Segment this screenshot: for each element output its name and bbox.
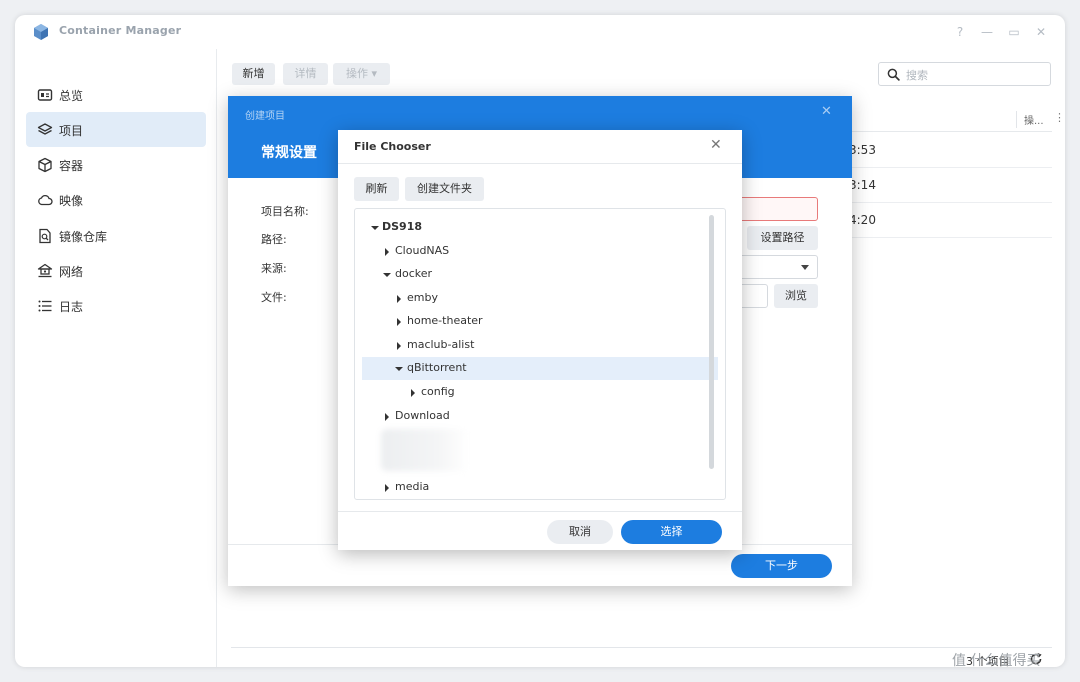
help-icon[interactable]: ? xyxy=(950,22,970,42)
sidebar-item-label: 容器 xyxy=(59,159,84,173)
sidebar-item-label: 映像 xyxy=(59,194,84,208)
app-title: Container Manager xyxy=(59,24,182,37)
caret-right-icon[interactable] xyxy=(385,413,389,421)
row-time: 3:14 xyxy=(849,178,876,192)
column-menu-icon[interactable]: ⋮ xyxy=(1054,111,1065,124)
overview-icon xyxy=(37,89,53,101)
sidebar-item-label: 网络 xyxy=(59,265,84,279)
tree-item-label: home-theater xyxy=(407,314,483,327)
sidebar-item-label: 日志 xyxy=(59,300,84,314)
next-button[interactable]: 下一步 xyxy=(731,554,832,578)
container-cube-icon xyxy=(38,157,52,173)
row-time: 4:20 xyxy=(849,213,876,227)
tree-item-label: docker xyxy=(395,267,433,280)
minimize-icon[interactable]: — xyxy=(977,22,997,42)
tree-item-label: Download xyxy=(395,409,450,422)
sidebar-item-registry[interactable]: 镜像仓库 xyxy=(26,218,206,253)
app-logo-icon xyxy=(34,24,48,40)
tree-item-download[interactable]: Download xyxy=(362,405,718,428)
folder-tree: DS918 CloudNAS docker emby home-theater … xyxy=(354,208,726,500)
footer-divider xyxy=(338,511,742,512)
network-icon xyxy=(37,263,53,278)
tree-item-label: qBittorrent xyxy=(407,361,467,374)
file-chooser-dialog: File Chooser ✕ 刷新 创建文件夹 DS918 CloudNAS d… xyxy=(338,130,742,550)
sidebar-item-label: 项目 xyxy=(59,124,84,138)
search-input[interactable]: 搜索 xyxy=(878,62,1051,86)
caret-right-icon[interactable] xyxy=(397,318,401,326)
sidebar-item-image[interactable]: 映像 xyxy=(26,182,206,217)
registry-search-icon xyxy=(39,228,51,244)
caret-right-icon[interactable] xyxy=(397,342,401,350)
header-divider xyxy=(338,163,742,164)
search-icon xyxy=(887,68,900,81)
sidebar-item-container[interactable]: 容器 xyxy=(26,147,206,182)
path-label: 路径: xyxy=(261,233,287,246)
file-label: 文件: xyxy=(261,291,287,304)
actions-dropdown[interactable]: 操作 ▾ xyxy=(333,63,390,85)
tree-item-label: media xyxy=(395,480,430,493)
chevron-down-icon xyxy=(801,265,809,270)
tree-item-qbittorrent[interactable]: qBittorrent xyxy=(362,357,718,380)
watermark: 值 什么值得买 xyxy=(952,653,1041,669)
select-button[interactable]: 选择 xyxy=(621,520,722,544)
sidebar-item-network[interactable]: 网络 xyxy=(26,253,206,288)
sidebar-item-log[interactable]: 日志 xyxy=(26,288,206,323)
caret-down-icon[interactable] xyxy=(371,226,379,230)
source-label: 来源: xyxy=(261,262,287,275)
sidebar-item-project[interactable]: 项目 xyxy=(26,112,206,147)
caret-right-icon[interactable] xyxy=(397,295,401,303)
ops-column-header[interactable]: 操... xyxy=(1024,112,1044,127)
footer-divider xyxy=(231,647,1052,648)
section-title: 常规设置 xyxy=(261,145,317,161)
project-layers-icon xyxy=(37,123,53,135)
caret-right-icon[interactable] xyxy=(385,484,389,492)
tree-item-label: DS918 xyxy=(382,220,423,233)
browse-button[interactable]: 浏览 xyxy=(774,284,818,308)
title-bar: Container Manager ? — ▭ ✕ xyxy=(15,15,1065,49)
tree-item-emby[interactable]: emby xyxy=(362,287,718,310)
image-cloud-icon xyxy=(38,194,53,206)
details-button[interactable]: 详情 xyxy=(283,63,328,85)
tree-item-ds918[interactable]: DS918 xyxy=(362,216,718,239)
caret-right-icon[interactable] xyxy=(385,248,389,256)
sidebar-item-label: 镜像仓库 xyxy=(59,230,108,244)
sidebar-item-overview[interactable]: 总览 xyxy=(26,77,206,112)
project-name-label: 项目名称: xyxy=(261,205,309,218)
caret-down-icon[interactable] xyxy=(383,273,391,277)
search-placeholder: 搜索 xyxy=(906,69,928,82)
tree-item-label: CloudNAS xyxy=(395,244,450,257)
log-list-icon xyxy=(38,300,52,312)
tree-item-docker[interactable]: docker xyxy=(362,263,718,286)
maximize-icon[interactable]: ▭ xyxy=(1004,22,1024,42)
tree-item-maclub-alist[interactable]: maclub-alist xyxy=(362,334,718,357)
column-separator[interactable] xyxy=(1016,111,1017,128)
tree-item-home-theater[interactable]: home-theater xyxy=(362,310,718,333)
tree-item-config[interactable]: config xyxy=(362,381,718,404)
tree-item-media[interactable]: media xyxy=(362,476,718,499)
create-folder-button[interactable]: 创建文件夹 xyxy=(405,177,484,201)
caret-down-icon[interactable] xyxy=(395,367,403,371)
close-icon[interactable]: ✕ xyxy=(710,137,722,153)
tree-item-label: emby xyxy=(407,291,438,304)
new-button[interactable]: 新增 xyxy=(232,63,275,85)
tree-item-cloudnas[interactable]: CloudNAS xyxy=(362,240,718,263)
caret-right-icon[interactable] xyxy=(411,389,415,397)
close-icon[interactable]: ✕ xyxy=(821,104,832,119)
scrollbar[interactable] xyxy=(709,215,714,469)
redacted-region xyxy=(381,429,469,471)
sidebar-item-label: 总览 xyxy=(59,89,84,103)
tree-item-label: config xyxy=(421,385,455,398)
dialog-caption: 创建项目 xyxy=(245,111,285,122)
sidebar: 总览 项目 容器 映像 镜像仓库 网络 日志 xyxy=(15,49,217,667)
row-time: 3:53 xyxy=(849,143,876,157)
tree-item-label: maclub-alist xyxy=(407,338,475,351)
refresh-button[interactable]: 刷新 xyxy=(354,177,399,201)
cancel-button[interactable]: 取消 xyxy=(547,520,613,544)
set-path-button[interactable]: 设置路径 xyxy=(747,226,818,250)
close-icon[interactable]: ✕ xyxy=(1031,22,1051,42)
dialog-title: File Chooser xyxy=(354,140,431,153)
